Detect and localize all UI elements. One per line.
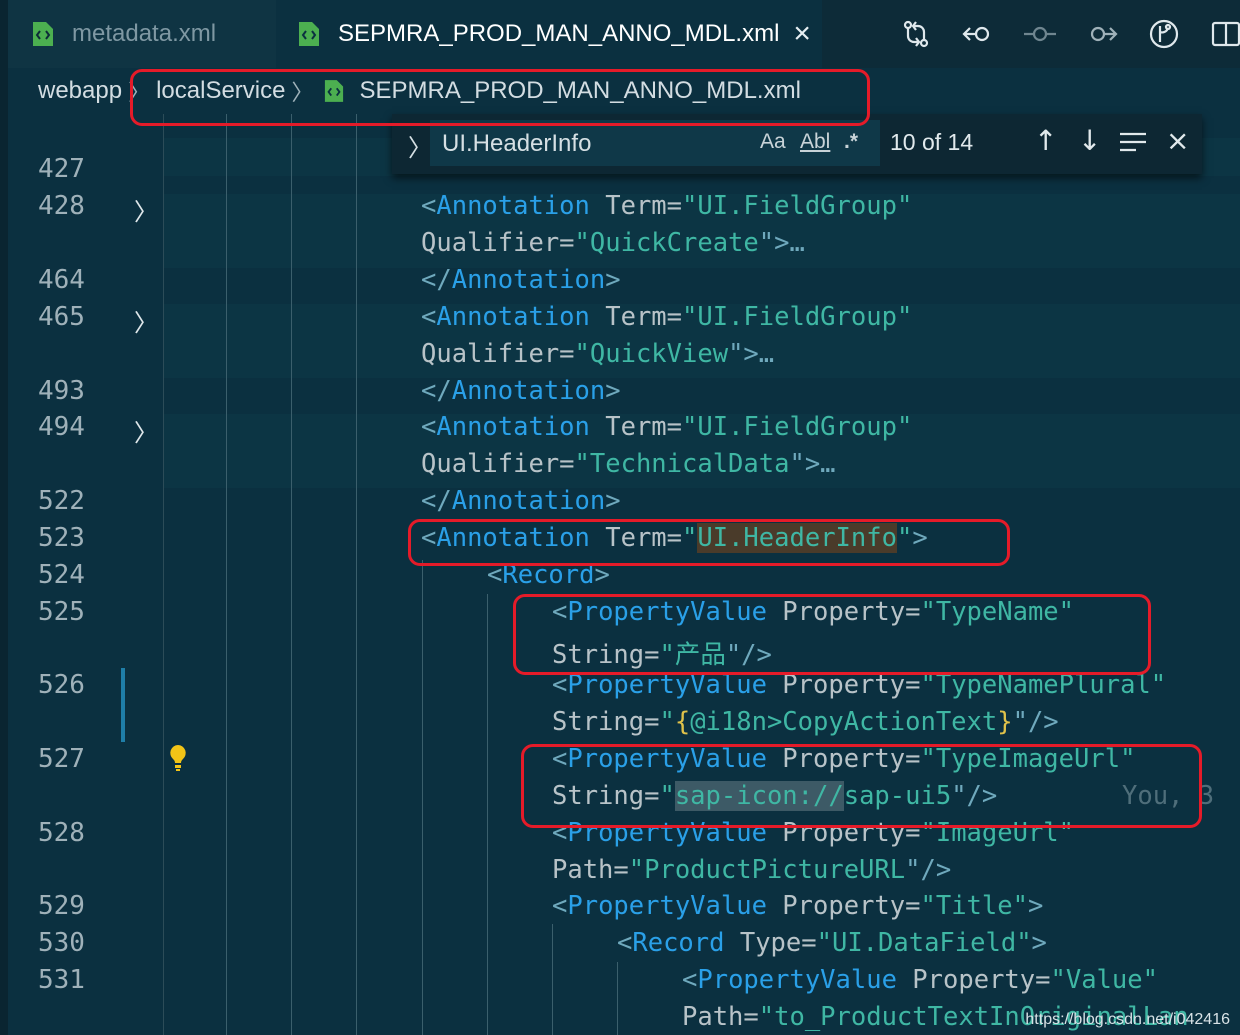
indent-guide [356, 114, 357, 1035]
xml-file-icon [324, 80, 343, 102]
line-number: 523 [38, 523, 85, 553]
indent-guide [617, 962, 618, 1035]
split-editor-icon[interactable] [1210, 18, 1240, 50]
modified-line-marker [121, 668, 125, 742]
tab-sepmra-prod-man-anno-mdl[interactable]: SEPMRA_PROD_MAN_ANNO_MDL.xml × [276, 0, 822, 68]
find-input-box: Aa Abl .* [430, 120, 880, 166]
line-number: 427 [38, 154, 85, 184]
fold-chevron-icon[interactable]: 〉 [134, 192, 158, 227]
code-line[interactable]: Qualifier="QuickView">… [421, 339, 774, 369]
line-number: 529 [38, 891, 85, 921]
commit-icon[interactable] [1024, 18, 1056, 50]
code-line[interactable]: String="{@i18n>CopyActionText}"/> [552, 707, 1059, 737]
code-line[interactable]: <Annotation Term="UI.FieldGroup" [421, 302, 912, 332]
code-line[interactable]: <PropertyValue Property="ImageUrl" [552, 818, 1074, 848]
breadcrumb-webapp[interactable]: webapp [38, 77, 122, 105]
chevron-right-icon: 〉 [128, 80, 151, 105]
chevron-right-icon: 〉 [291, 80, 314, 105]
code-editor[interactable]: 427 428 464 465 493 494 522 523 524 525 … [8, 114, 1240, 1035]
breadcrumb-localservice[interactable]: localService [156, 77, 285, 105]
close-icon[interactable]: × [1166, 124, 1189, 157]
activity-strip [0, 0, 8, 1035]
regex-icon[interactable]: .* [844, 130, 858, 154]
xml-file-icon [299, 22, 319, 46]
code-line[interactable]: String="sap-icon://sap-ui5"/> [552, 781, 997, 811]
indent-guide [422, 560, 423, 1035]
indent-guide [291, 114, 292, 1035]
code-line[interactable]: </Annotation> [421, 376, 621, 406]
code-line[interactable]: <Annotation Term="UI.HeaderInfo"> [421, 523, 928, 553]
code-line[interactable]: <PropertyValue Property="TypeNamePlural" [552, 670, 1166, 700]
toggle-replace-chevron-icon[interactable]: 〉 [408, 128, 432, 163]
gutter-divider [163, 114, 164, 1035]
code-line[interactable]: <Record Type="UI.DataField"> [617, 928, 1047, 958]
code-line[interactable]: </Annotation> [421, 486, 621, 516]
code-line[interactable]: <Annotation Term="UI.FieldGroup" [421, 191, 912, 221]
tab-bar: metadata.xml SEPMRA_PROD_MAN_ANNO_MDL.xm… [0, 0, 1240, 1035]
code-line[interactable]: Qualifier="TechnicalData">… [421, 449, 836, 479]
breadcrumb-file[interactable]: SEPMRA_PROD_MAN_ANNO_MDL.xml [360, 77, 801, 105]
go-back-icon[interactable] [962, 18, 994, 50]
code-line[interactable]: <Record> [487, 560, 610, 590]
tab-label: SEPMRA_PROD_MAN_ANNO_MDL.xml [338, 20, 780, 47]
code-line[interactable]: <Annotation Term="UI.FieldGroup" [421, 412, 912, 442]
match-count: 10 of 14 [890, 129, 974, 155]
code-line[interactable]: Path="ProductPictureURL"/> [552, 855, 951, 885]
compare-changes-icon[interactable] [900, 18, 932, 50]
line-number: 526 [38, 670, 85, 700]
xml-file-icon [33, 22, 53, 46]
line-number: 530 [38, 928, 85, 958]
whole-word-icon[interactable]: Abl [800, 130, 830, 154]
find-in-selection-icon[interactable] [1118, 130, 1148, 156]
code-line[interactable]: <PropertyValue Property="Value" [682, 965, 1158, 995]
line-number: 464 [38, 265, 85, 295]
lightbulb-icon[interactable] [168, 744, 188, 772]
search-match: UI.HeaderInfo [697, 523, 897, 553]
line-number: 465 [38, 302, 85, 332]
line-number: 494 [38, 412, 85, 442]
tab-label: metadata.xml [72, 20, 217, 47]
code-line[interactable]: <PropertyValue Property="TypeImageUrl" [552, 744, 1135, 774]
find-widget: 〉 Aa Abl .* 10 of 14 ↑ ↓ × [392, 114, 1202, 174]
code-line[interactable]: </Annotation> [421, 265, 621, 295]
fold-chevron-icon[interactable]: 〉 [134, 413, 158, 448]
tab-metadata-xml[interactable]: metadata.xml [8, 0, 276, 68]
code-line[interactable]: Qualifier="QuickCreate">… [421, 228, 805, 258]
git-blame-hint: You, 3 [1122, 781, 1215, 811]
selection: sap-icon:// [674, 781, 844, 811]
code-line[interactable]: <PropertyValue Property="TypeName" [552, 597, 1074, 627]
code-line[interactable]: <PropertyValue Property="Title"> [552, 891, 1043, 921]
watermark: https://blog.csdn.net/i042416 [1025, 1011, 1230, 1028]
match-case-icon[interactable]: Aa [760, 130, 786, 154]
git-graph-icon[interactable] [1148, 18, 1180, 50]
line-number: 522 [38, 486, 85, 516]
line-number: 525 [38, 597, 85, 627]
line-number: 528 [38, 818, 85, 848]
indent-guide [552, 924, 553, 1035]
line-number: 531 [38, 965, 85, 995]
indent-guide [487, 594, 488, 1035]
close-icon[interactable]: × [793, 19, 811, 49]
arrow-down-icon[interactable]: ↓ [1078, 124, 1101, 157]
line-number: 428 [38, 191, 85, 221]
go-forward-icon[interactable] [1086, 18, 1118, 50]
code-line[interactable]: String="产品"/> [552, 634, 772, 671]
line-number: 524 [38, 560, 85, 590]
arrow-up-icon[interactable]: ↑ [1034, 124, 1057, 157]
line-number: 527 [38, 744, 85, 774]
line-number: 493 [38, 376, 85, 406]
fold-chevron-icon[interactable]: 〉 [134, 303, 158, 338]
find-input[interactable] [440, 128, 744, 160]
breadcrumb: webapp 〉 localService 〉 SEPMRA_PROD_MAN_… [8, 68, 1240, 114]
indent-guide [226, 114, 227, 1035]
